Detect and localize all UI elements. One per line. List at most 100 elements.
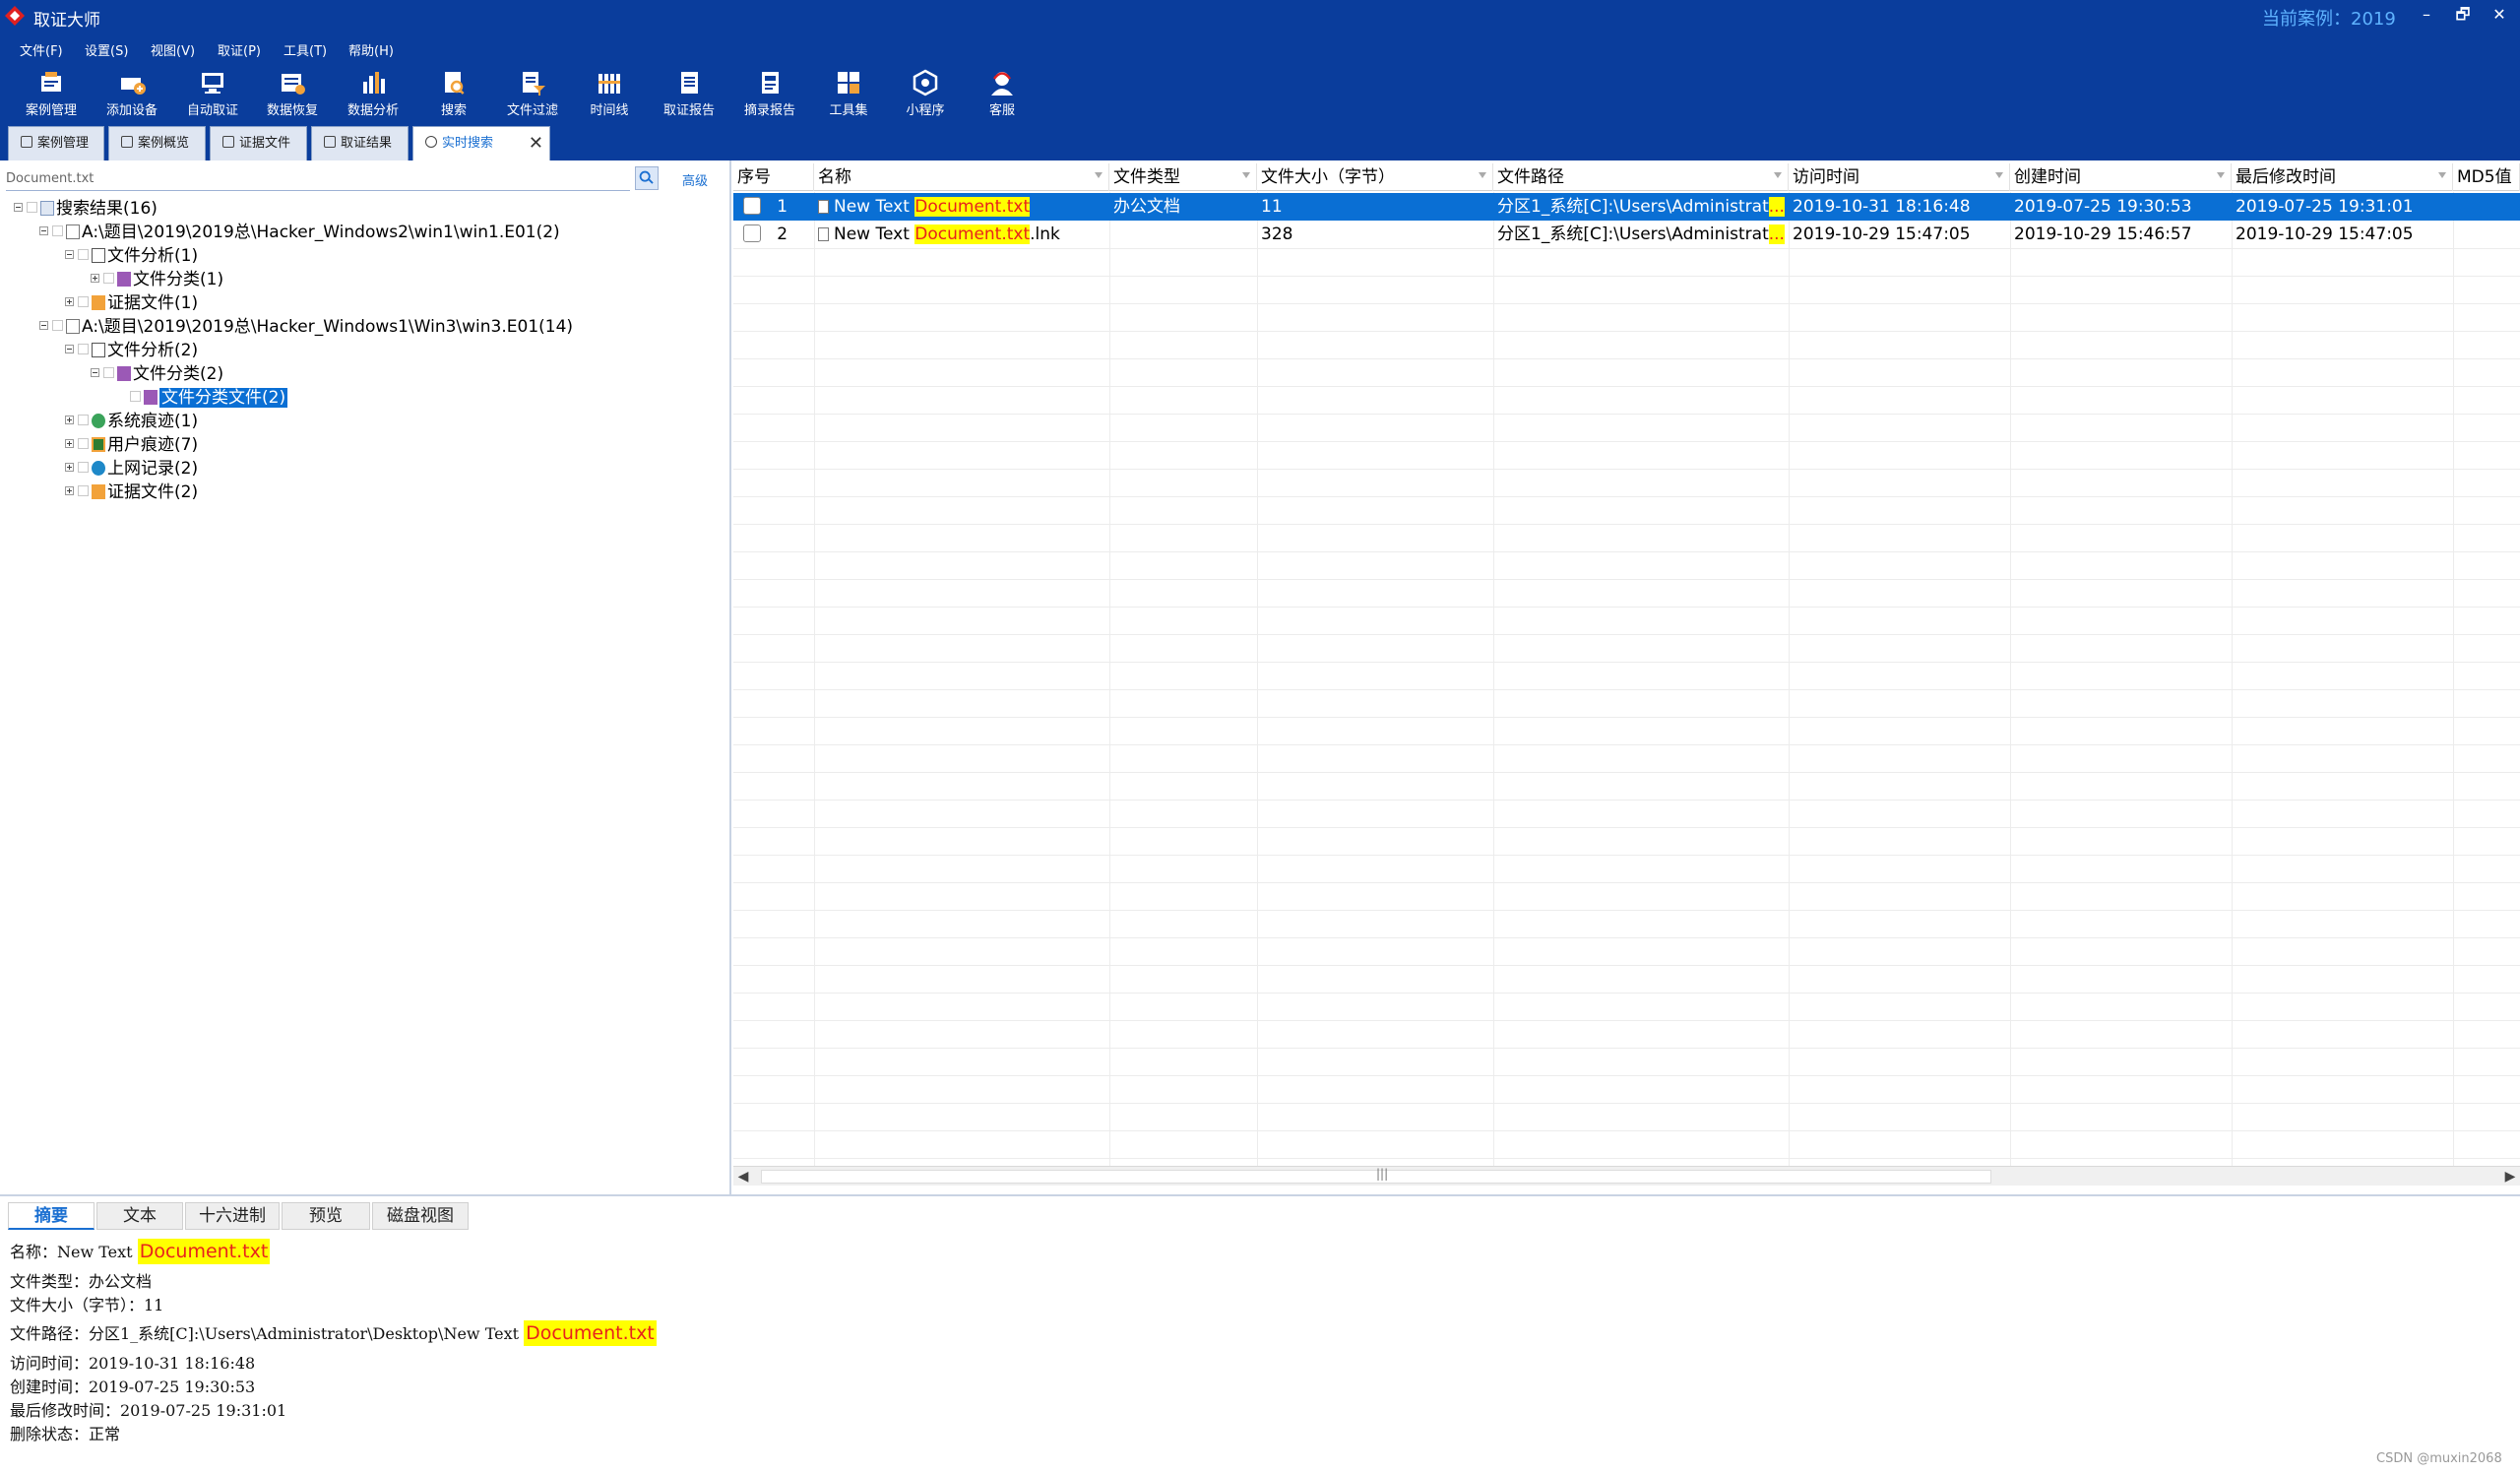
collapse-toggle-icon[interactable]	[14, 203, 23, 212]
case-manage-button[interactable]: 案例管理	[12, 68, 91, 123]
menu-forensics[interactable]: 取证(P)	[218, 40, 261, 59]
data-recovery-button[interactable]: 数据恢复	[253, 68, 332, 123]
column-header-name[interactable]: 名称	[814, 163, 1109, 191]
expand-toggle-icon[interactable]	[65, 416, 74, 424]
expand-toggle-icon[interactable]	[65, 486, 74, 495]
filter-icon[interactable]	[2217, 172, 2225, 178]
tab-evidence-files[interactable]: 证据文件	[210, 126, 307, 160]
filter-icon[interactable]	[1774, 172, 1782, 178]
tree-node-user-traces[interactable]: 用户痕迹(7)	[65, 433, 198, 457]
tab-text[interactable]: 文本	[96, 1202, 183, 1230]
minimize-button[interactable]: –	[2412, 2, 2441, 28]
menu-view[interactable]: 视图(V)	[151, 40, 195, 59]
tab-case-management[interactable]: 案例管理	[8, 126, 104, 160]
collapse-toggle-icon[interactable]	[91, 368, 99, 377]
menu-tools[interactable]: 工具(T)	[284, 40, 327, 59]
expand-toggle-icon[interactable]	[65, 439, 74, 448]
menu-bar: 文件(F) 设置(S) 视图(V) 取证(P) 工具(T) 帮助(H)	[0, 32, 2520, 64]
menu-settings[interactable]: 设置(S)	[85, 40, 128, 59]
filter-icon[interactable]	[1995, 172, 2003, 178]
timeline-button[interactable]: 时间线	[570, 68, 649, 123]
file-filter-button[interactable]: 文件过滤	[493, 68, 572, 123]
tree-node-search-results[interactable]: 搜索结果(16)	[14, 197, 158, 221]
tab-realtime-search[interactable]: 实时搜索 ✕	[412, 126, 550, 160]
tab-forensics-results[interactable]: 取证结果	[311, 126, 409, 160]
excerpt-report-icon	[762, 72, 779, 94]
collapse-toggle-icon[interactable]	[39, 321, 48, 330]
tree-checkbox[interactable]	[78, 344, 89, 354]
table-row[interactable]: 2 New Text Document.txt.lnk 328 分区1_系统[C…	[733, 221, 2520, 248]
column-header-path[interactable]: 文件路径	[1493, 163, 1789, 191]
horizontal-scrollbar[interactable]: ◀ ||| ▶	[733, 1166, 2520, 1186]
tree-node-file-category-files[interactable]: 文件分类文件(2)	[130, 386, 288, 410]
search-button[interactable]: 搜索	[414, 68, 493, 123]
column-header-created-time[interactable]: 创建时间	[2010, 163, 2232, 191]
table-row[interactable]: 1 New Text Document.txt 办公文档 11 分区1_系统[C…	[733, 193, 2520, 221]
filter-icon[interactable]	[1242, 172, 1250, 178]
collapse-toggle-icon[interactable]	[65, 250, 74, 259]
advanced-search-link[interactable]: 高级	[682, 170, 708, 189]
tree-node-file-analysis[interactable]: 文件分析(2)	[65, 339, 198, 362]
tab-summary[interactable]: 摘要	[8, 1202, 94, 1230]
tree-checkbox[interactable]	[52, 320, 63, 331]
row-checkbox[interactable]	[743, 224, 761, 242]
filter-icon[interactable]	[2438, 172, 2446, 178]
tree-node-file-analysis[interactable]: 文件分析(1)	[65, 244, 198, 268]
expand-toggle-icon[interactable]	[65, 297, 74, 306]
tree-checkbox[interactable]	[78, 415, 89, 425]
evidence-folder-icon	[92, 295, 105, 310]
tree-node-file-category[interactable]: 文件分类(1)	[91, 268, 223, 291]
tree-checkbox[interactable]	[130, 391, 141, 402]
customer-service-button[interactable]: 客服	[963, 68, 1041, 123]
tree-checkbox[interactable]	[27, 202, 37, 213]
column-header-modified-time[interactable]: 最后修改时间	[2232, 163, 2453, 191]
excerpt-report-button[interactable]: 摘录报告	[730, 68, 809, 123]
tree-checkbox[interactable]	[103, 367, 114, 378]
row-checkbox[interactable]	[743, 197, 761, 215]
tree-checkbox[interactable]	[78, 462, 89, 473]
tree-checkbox[interactable]	[78, 249, 89, 260]
menu-file[interactable]: 文件(F)	[20, 40, 63, 59]
filter-icon[interactable]	[1095, 172, 1102, 178]
expand-toggle-icon[interactable]	[91, 274, 99, 283]
tree-checkbox[interactable]	[103, 273, 114, 284]
auto-forensics-button[interactable]: 自动取证	[173, 68, 252, 123]
collapse-toggle-icon[interactable]	[39, 226, 48, 235]
tree-checkbox[interactable]	[78, 296, 89, 307]
tree-node-file-category[interactable]: 文件分类(2)	[91, 362, 223, 386]
toolset-button[interactable]: 工具集	[809, 68, 888, 123]
tree-node-system-traces[interactable]: 系统痕迹(1)	[65, 410, 198, 433]
tab-hex[interactable]: 十六进制	[185, 1202, 280, 1230]
add-device-button[interactable]: 添加设备	[93, 68, 171, 123]
tree-node-evidence-files[interactable]: 证据文件(1)	[65, 291, 198, 315]
column-header-size[interactable]: 文件大小（字节）	[1257, 163, 1493, 191]
column-header-md5[interactable]: MD5值	[2453, 163, 2520, 191]
tab-disk-view[interactable]: 磁盘视图	[372, 1202, 469, 1230]
scroll-left-icon[interactable]: ◀	[733, 1167, 753, 1186]
mini-program-button[interactable]: 小程序	[886, 68, 965, 123]
tree-checkbox[interactable]	[78, 485, 89, 496]
column-header-type[interactable]: 文件类型	[1109, 163, 1257, 191]
tree-checkbox[interactable]	[52, 225, 63, 236]
tree-checkbox[interactable]	[78, 438, 89, 449]
data-analysis-button[interactable]: 数据分析	[334, 68, 412, 123]
collapse-toggle-icon[interactable]	[65, 345, 74, 353]
close-window-button[interactable]: ✕	[2485, 2, 2514, 28]
search-submit-button[interactable]	[635, 166, 659, 190]
tree-node-web-history[interactable]: 上网记录(2)	[65, 457, 198, 481]
menu-help[interactable]: 帮助(H)	[348, 40, 394, 59]
filter-icon[interactable]	[1479, 172, 1486, 178]
tab-preview[interactable]: 预览	[282, 1202, 370, 1230]
close-tab-icon[interactable]: ✕	[529, 127, 543, 160]
tree-node-win3-image[interactable]: A:\题目\2019\2019总\Hacker_Windows1\Win3\wi…	[39, 315, 573, 339]
tree-node-win1-image[interactable]: A:\题目\2019\2019总\Hacker_Windows2\win1\wi…	[39, 221, 560, 244]
column-header-index[interactable]: 序号	[733, 163, 814, 191]
search-input[interactable]	[6, 167, 630, 191]
tree-node-evidence-files[interactable]: 证据文件(2)	[65, 481, 198, 504]
forensics-report-button[interactable]: 取证报告	[650, 68, 728, 123]
expand-toggle-icon[interactable]	[65, 463, 74, 472]
restore-button[interactable]: 🗗	[2448, 2, 2478, 28]
column-header-access-time[interactable]: 访问时间	[1789, 163, 2010, 191]
tab-case-overview[interactable]: 案例概览	[108, 126, 206, 160]
scroll-right-icon[interactable]: ▶	[2500, 1167, 2520, 1186]
